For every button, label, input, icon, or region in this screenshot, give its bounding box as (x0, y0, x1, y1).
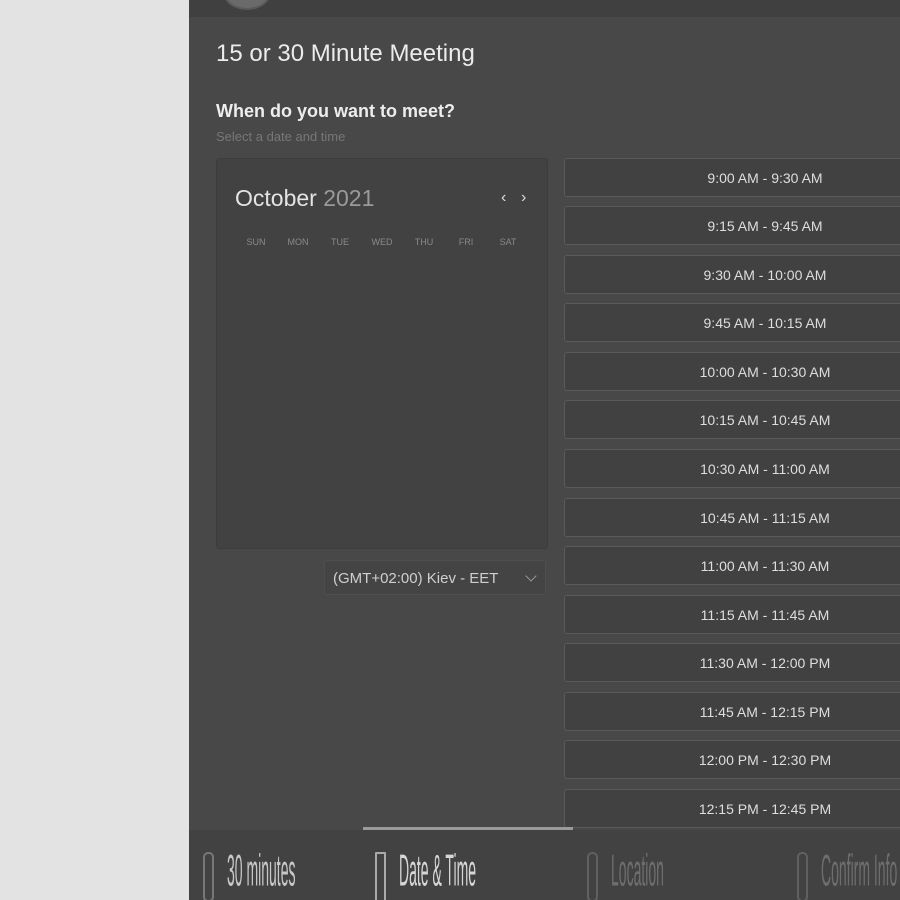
weekday-label: MON (287, 237, 309, 247)
time-slot-label: 9:30 AM - 10:00 AM (703, 267, 827, 283)
avatar (223, 0, 271, 10)
chevron-down-icon (525, 570, 537, 582)
timezone-value: (GMT+02:00) Kiev - EET (333, 570, 499, 587)
weekday-label: THU (414, 237, 434, 247)
timezone-select[interactable]: (GMT+02:00) Kiev - EET (324, 560, 546, 595)
time-slot-button[interactable]: 10:15 AM - 10:45 AM (564, 400, 900, 439)
time-slot-label: 11:45 AM - 12:15 PM (699, 704, 831, 720)
weekday-label: FRI (458, 237, 474, 247)
chevron-left-icon[interactable]: ‹ (501, 189, 506, 207)
time-slot-label: 11:15 AM - 11:45 AM (700, 607, 830, 623)
calendar-month: October (235, 185, 317, 211)
active-step-indicator (363, 827, 573, 830)
header-bar (189, 0, 900, 17)
time-slot-label: 12:00 PM - 12:30 PM (698, 752, 832, 768)
date-picker-calendar: October 2021 ‹ › SUN MON TUE WED THU FRI… (216, 158, 548, 549)
step-label: Location (611, 844, 664, 896)
calendar-month-year: October 2021 (235, 185, 374, 212)
time-slot-label: 10:45 AM - 11:15 AM (700, 510, 830, 526)
time-slot-label: 10:00 AM - 10:30 AM (699, 364, 831, 380)
weekday-header: SUN MON TUE WED THU FRI SAT (235, 237, 529, 247)
weekday-label: SAT (499, 237, 517, 247)
booking-panel: 15 or 30 Minute Meeting When do you want… (189, 0, 900, 900)
time-slot-button[interactable]: 9:30 AM - 10:00 AM (564, 255, 900, 294)
time-slot-button[interactable]: 11:45 AM - 12:15 PM (564, 692, 900, 731)
page-title: 15 or 30 Minute Meeting (216, 40, 475, 67)
time-slot-button[interactable]: 12:00 PM - 12:30 PM (564, 740, 900, 779)
time-slot-label: 10:15 AM - 10:45 AM (699, 412, 831, 428)
step-label: Date & Time (399, 844, 477, 896)
step-label: 30 minutes (227, 844, 296, 896)
time-slot-button[interactable]: 10:30 AM - 11:00 AM (564, 449, 900, 488)
location-pin-icon (587, 852, 598, 900)
weekday-label: TUE (331, 237, 349, 247)
time-slot-button[interactable]: 10:45 AM - 11:15 AM (564, 498, 900, 537)
time-slot-button[interactable]: 11:15 AM - 11:45 AM (564, 595, 900, 634)
user-info-icon (797, 852, 808, 900)
time-slot-label: 11:30 AM - 12:00 PM (699, 655, 831, 671)
section-subtitle: Select a date and time (216, 129, 346, 144)
time-slot-label: 9:15 AM - 9:45 AM (707, 218, 823, 234)
time-slot-button[interactable]: 9:45 AM - 10:15 AM (564, 303, 900, 342)
step-label: Confirm Info (821, 844, 898, 896)
time-slot-label: 9:00 AM - 9:30 AM (707, 170, 823, 186)
time-slot-button[interactable]: 11:00 AM - 11:30 AM (564, 546, 900, 585)
section-heading: When do you want to meet? (216, 101, 455, 121)
time-slot-label: 10:30 AM - 11:00 AM (700, 461, 830, 477)
time-slot-button[interactable]: 10:00 AM - 10:30 AM (564, 352, 900, 391)
booking-steps-bar: 30 minutes Date & Time Location Confirm … (189, 827, 900, 900)
calendar-icon (375, 852, 386, 900)
weekday-label: SUN (246, 237, 266, 247)
time-slot-button[interactable]: 12:15 PM - 12:45 PM (564, 789, 900, 828)
time-slot-button[interactable]: 9:00 AM - 9:30 AM (564, 158, 900, 197)
time-slot-label: 11:00 AM - 11:30 AM (700, 558, 830, 574)
clock-icon (203, 852, 214, 900)
calendar-year: 2021 (323, 185, 375, 211)
time-slot-label: 9:45 AM - 10:15 AM (703, 315, 827, 331)
time-slot-label: 12:15 PM - 12:45 PM (698, 801, 832, 817)
time-slot-button[interactable]: 11:30 AM - 12:00 PM (564, 643, 900, 682)
chevron-right-icon[interactable]: › (521, 189, 526, 207)
time-slot-button[interactable]: 9:15 AM - 9:45 AM (564, 206, 900, 245)
weekday-label: WED (371, 237, 393, 247)
